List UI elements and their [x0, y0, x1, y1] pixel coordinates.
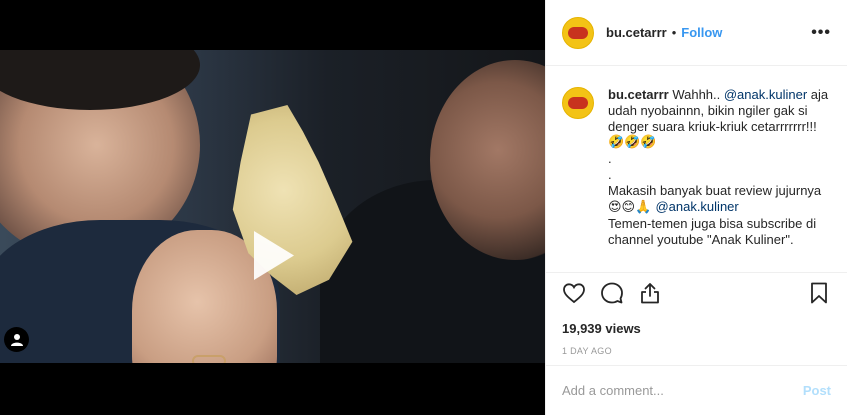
post-actions-area: 19,939 views 1 DAY AGO	[546, 272, 847, 356]
action-bar	[562, 273, 831, 313]
post-panel: bu.cetarrr • Follow ••• bu.cetarrr Wahhh…	[545, 0, 847, 415]
caption-dot: .	[608, 151, 612, 166]
comment-button[interactable]	[600, 281, 624, 305]
heart-icon	[563, 283, 585, 304]
post-timestamp[interactable]: 1 DAY AGO	[562, 346, 831, 356]
emoji-row: 😍😊🙏	[608, 200, 656, 215]
like-button[interactable]	[562, 281, 586, 305]
caption-thanks: Makasih banyak buat review jujurnya	[608, 183, 822, 198]
save-button[interactable]	[807, 281, 831, 305]
speech-bubble-icon	[601, 282, 623, 304]
avatar[interactable]	[562, 16, 594, 49]
comments-section[interactable]: bu.cetarrr Wahhh.. @anak.kuliner aja uda…	[546, 67, 847, 272]
share-icon	[641, 283, 659, 304]
comment-input[interactable]	[562, 383, 803, 398]
avatar-logo	[568, 97, 588, 109]
caption-avatar[interactable]	[562, 87, 594, 119]
mention-link[interactable]: @anak.kuliner	[724, 87, 807, 102]
bookmark-icon	[811, 282, 827, 304]
header-username[interactable]: bu.cetarrr	[606, 25, 667, 40]
caption-dot: .	[608, 167, 612, 182]
caption-subscribe: Temen-temen juga bisa subscribe di chann…	[608, 216, 817, 247]
play-button[interactable]	[242, 227, 299, 284]
media-pane	[0, 0, 545, 415]
more-options-icon[interactable]: •••	[811, 24, 831, 42]
play-icon	[254, 231, 294, 280]
video-frame-ring	[192, 355, 226, 363]
video-player[interactable]	[0, 50, 545, 363]
share-button[interactable]	[638, 281, 662, 305]
view-count[interactable]: 19,939 views	[562, 321, 831, 336]
post-comment-button[interactable]: Post	[803, 383, 831, 398]
header-separator: •	[671, 25, 677, 40]
emoji-row: 🤣🤣🤣	[608, 135, 657, 150]
follow-button[interactable]: Follow	[681, 25, 722, 40]
caption-username[interactable]: bu.cetarrr	[608, 87, 669, 102]
user-icon	[10, 333, 23, 346]
comment-form: Post	[546, 365, 847, 415]
post-header: bu.cetarrr • Follow •••	[546, 0, 847, 66]
mention-link[interactable]: @anak.kuliner	[655, 199, 738, 214]
caption-text: bu.cetarrr Wahhh.. @anak.kuliner aja uda…	[608, 87, 831, 248]
caption-row: bu.cetarrr Wahhh.. @anak.kuliner aja uda…	[562, 87, 831, 248]
tagged-users-button[interactable]	[4, 327, 29, 352]
caption-line1-pre: Wahhh..	[668, 87, 724, 102]
avatar-logo	[568, 26, 588, 39]
